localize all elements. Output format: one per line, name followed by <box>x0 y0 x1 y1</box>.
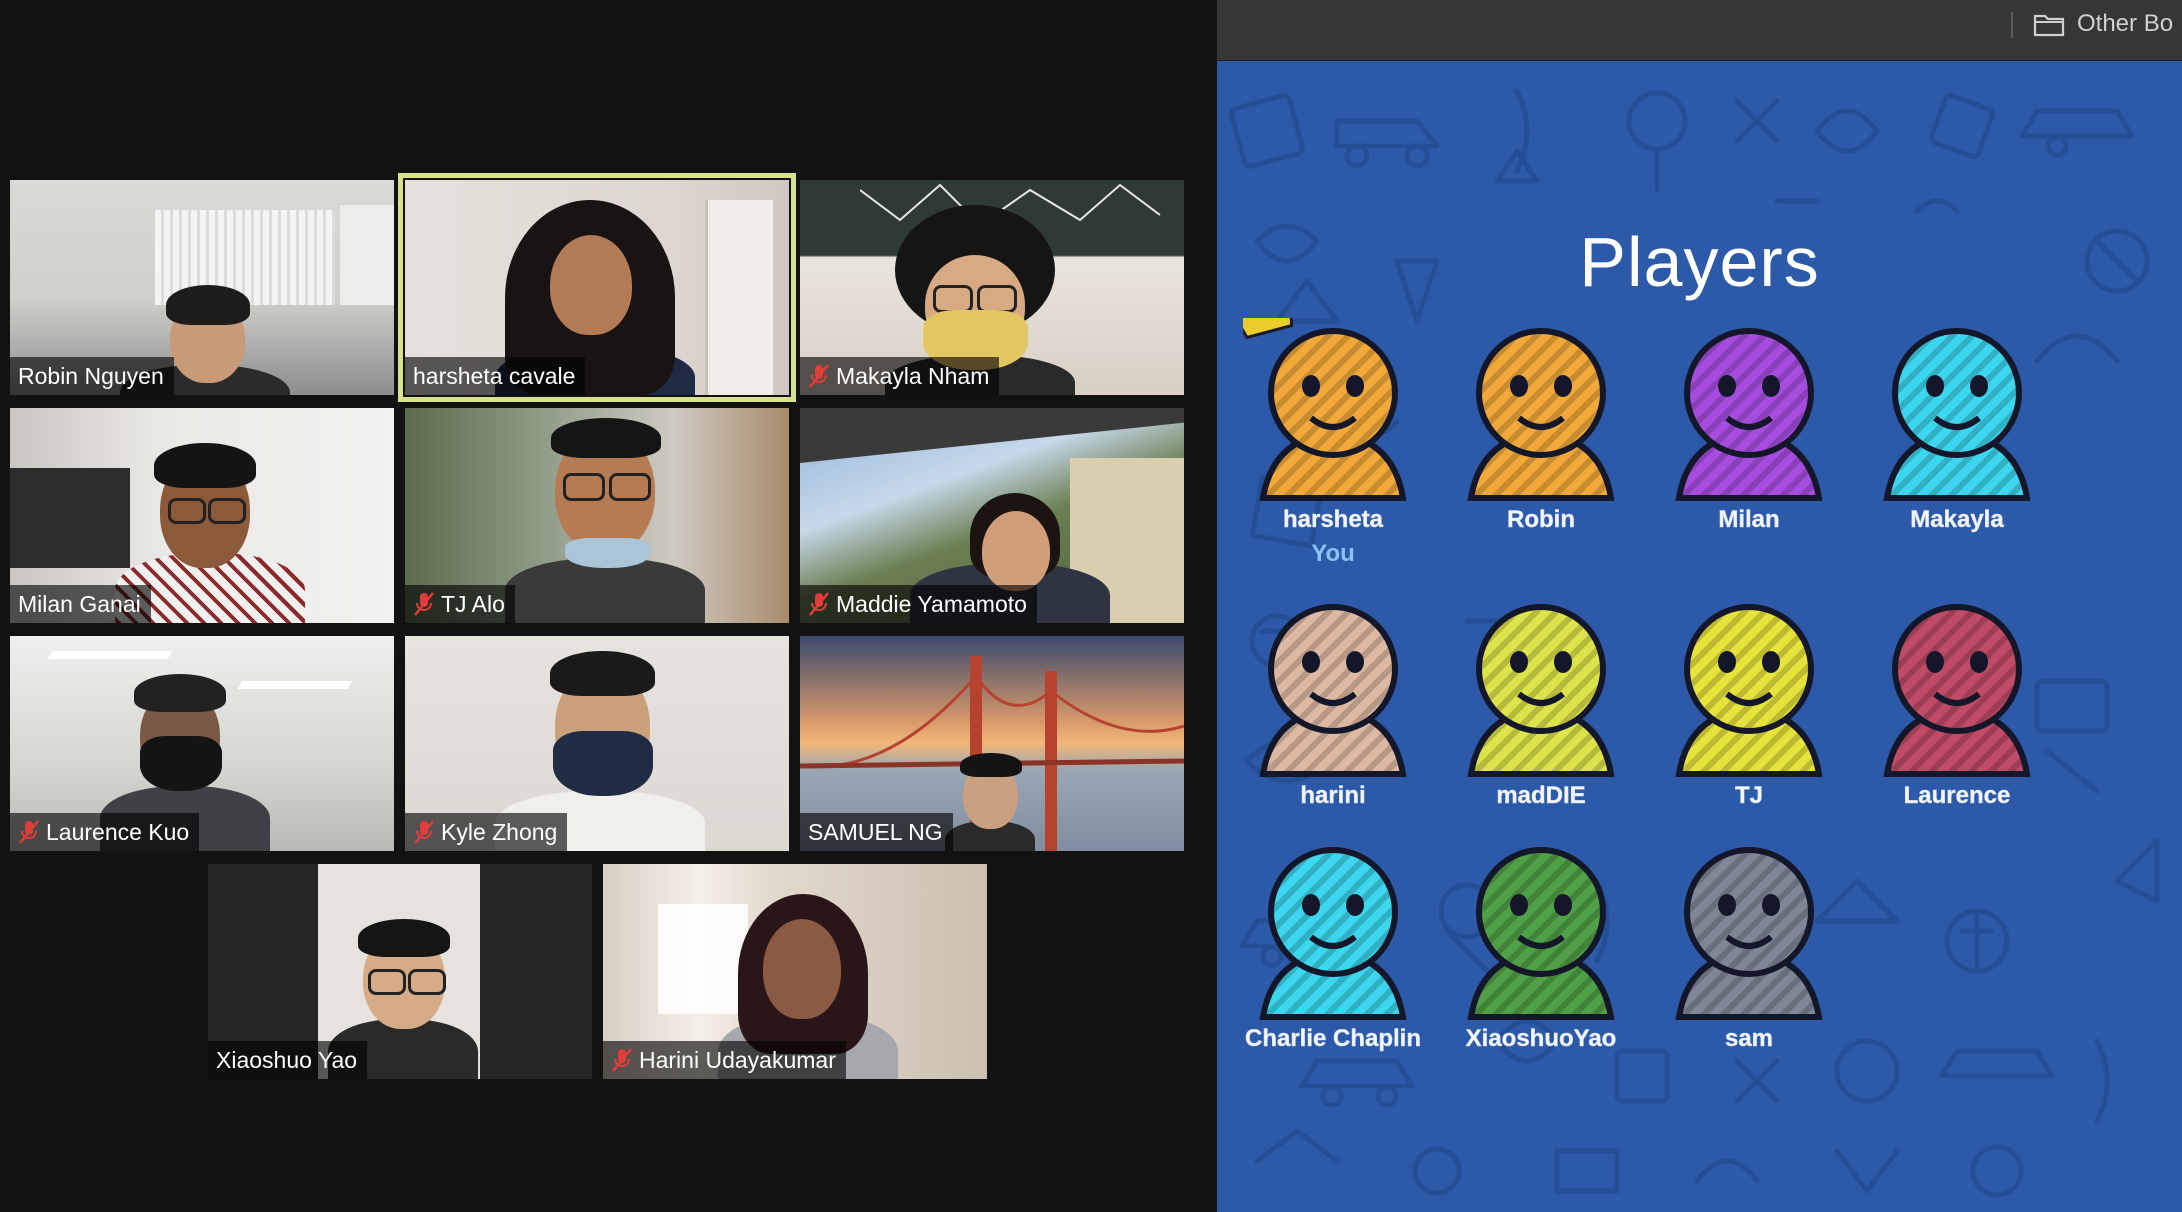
microphone-muted-icon <box>809 364 829 388</box>
participant-name: SAMUEL NG <box>808 818 943 845</box>
player-avatar-icon <box>1675 847 1823 1020</box>
player-avatar-icon <box>1259 847 1407 1020</box>
other-bookmarks-button[interactable]: Other Bo <box>2033 6 2173 42</box>
participant-name: Milan Ganai <box>18 590 141 617</box>
player-avatar-icon <box>1675 604 1823 777</box>
bookmarks-bar: Other Bo <box>1217 0 2182 61</box>
participant-name-tag: Kyle Zhong <box>405 813 568 851</box>
player-card-sam[interactable]: sam <box>1645 837 1853 1067</box>
player-name: madDIE <box>1496 782 1586 810</box>
bookmarks-separator <box>2011 12 2013 38</box>
player-name: Milan <box>1718 506 1780 534</box>
participant-name-tag: TJ Alo <box>405 585 515 623</box>
participant-name-tag: Makayla Nham <box>800 357 1000 395</box>
player-card-milan[interactable]: Milan <box>1645 318 1853 548</box>
video-tile-samuel-ng[interactable]: SAMUEL NG <box>800 636 1184 851</box>
participant-name: harsheta cavale <box>413 362 576 389</box>
player-avatar-icon <box>1467 604 1615 777</box>
player-avatar-icon <box>1259 604 1407 777</box>
player-avatar-icon <box>1467 328 1615 501</box>
player-name: TJ <box>1734 782 1764 810</box>
microphone-muted-icon <box>414 592 434 616</box>
video-tile-kyle-zhong[interactable]: Kyle Zhong <box>405 636 789 851</box>
video-tile-xiaoshuo-yao[interactable]: Xiaoshuo Yao <box>208 864 592 1079</box>
video-tile-harsheta-cavale[interactable]: harsheta cavale <box>398 173 796 402</box>
player-name: XiaoshuoYao <box>1465 1025 1617 1053</box>
participant-name: Maddie Yamamoto <box>836 590 1027 617</box>
participant-name-tag: harsheta cavale <box>405 357 586 395</box>
microphone-muted-icon <box>19 820 39 844</box>
player-avatar-icon <box>1883 604 2031 777</box>
video-gallery: Robin Nguyen harsheta cavale Makayla Nha… <box>0 0 1217 1212</box>
participant-name-tag: Xiaoshuo Yao <box>208 1041 368 1079</box>
you-label: You <box>1311 540 1355 567</box>
player-card-harsheta[interactable]: harsheta You <box>1229 318 1437 567</box>
participant-name: Laurence Kuo <box>46 818 190 845</box>
player-card-maddie[interactable]: madDIE <box>1437 594 1645 824</box>
microphone-muted-icon <box>809 592 829 616</box>
participant-name-tag: Robin Nguyen <box>10 357 174 395</box>
game-panel: Other Bo Players harsheta You Robin Mila… <box>1217 0 2182 1212</box>
participant-name: Xiaoshuo Yao <box>216 1046 358 1073</box>
player-card-tj[interactable]: TJ <box>1645 594 1853 824</box>
player-card-harini[interactable]: harini <box>1229 594 1437 824</box>
player-name: Robin <box>1507 506 1575 534</box>
participant-name: Kyle Zhong <box>441 818 558 845</box>
video-tile-tj-alo[interactable]: TJ Alo <box>405 408 789 623</box>
player-avatar-icon <box>1675 328 1823 501</box>
player-name: harsheta <box>1282 506 1384 534</box>
player-avatar-icon <box>1883 328 2031 501</box>
players-title: Players <box>1579 223 1820 301</box>
participant-name: Robin Nguyen <box>18 362 164 389</box>
player-card-robin[interactable]: Robin <box>1437 318 1645 548</box>
player-name: harini <box>1300 782 1366 810</box>
other-bookmarks-label: Other Bo <box>2077 10 2174 37</box>
player-name: sam <box>1724 1025 1774 1053</box>
player-card-laurence[interactable]: Laurence <box>1853 594 2061 824</box>
player-name: Charlie Chaplin <box>1244 1025 1422 1053</box>
player-name: Makayla <box>1910 506 2004 534</box>
microphone-muted-icon <box>612 1048 632 1072</box>
participant-name: Harini Udayakumar <box>639 1046 836 1073</box>
participant-name-tag: Milan Ganai <box>10 585 151 623</box>
video-tile-robin-nguyen[interactable]: Robin Nguyen <box>10 180 394 395</box>
player-card-charlie-chaplin[interactable]: Charlie Chaplin <box>1229 837 1437 1067</box>
participant-name: Makayla Nham <box>836 362 990 389</box>
participant-name-tag: Laurence Kuo <box>10 813 200 851</box>
video-tile-makayla-nham[interactable]: Makayla Nham <box>800 180 1184 395</box>
participant-name-tag: Harini Udayakumar <box>603 1041 846 1079</box>
player-card-makayla[interactable]: Makayla <box>1853 318 2061 548</box>
crown-icon <box>1243 318 1294 340</box>
video-tile-harini-udayakumar[interactable]: Harini Udayakumar <box>603 864 987 1079</box>
video-tile-laurence-kuo[interactable]: Laurence Kuo <box>10 636 394 851</box>
player-avatar-icon <box>1467 847 1615 1020</box>
video-tile-milan-ganai[interactable]: Milan Ganai <box>10 408 394 623</box>
participant-name-tag: SAMUEL NG <box>800 813 953 851</box>
player-name: Laurence <box>1903 782 2011 810</box>
player-avatar-icon <box>1243 318 1407 501</box>
microphone-muted-icon <box>414 820 434 844</box>
player-card-xiaoshuoyao[interactable]: XiaoshuoYao <box>1437 837 1645 1067</box>
video-tile-maddie-yamamoto[interactable]: Maddie Yamamoto <box>800 408 1184 623</box>
folder-icon <box>2033 14 2065 37</box>
participant-name: TJ Alo <box>441 590 505 617</box>
participant-name-tag: Maddie Yamamoto <box>800 585 1037 623</box>
